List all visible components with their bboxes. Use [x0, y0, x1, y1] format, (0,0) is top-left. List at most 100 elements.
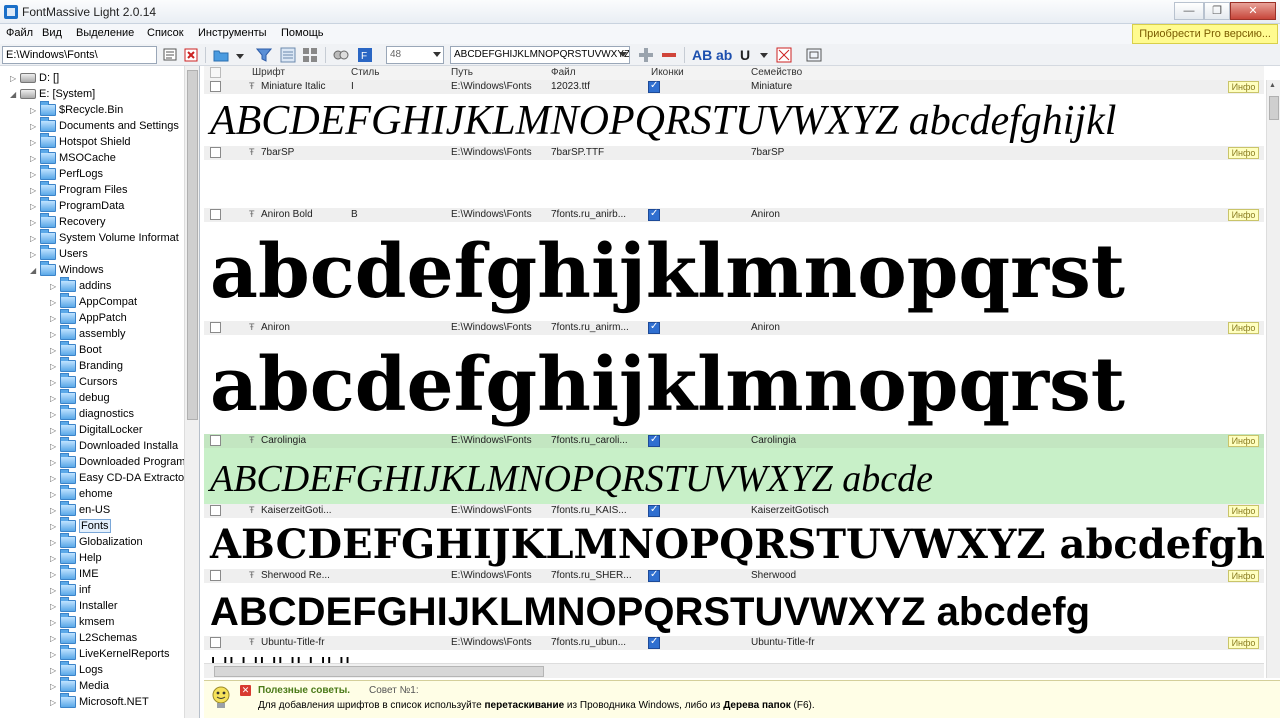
sample-text-combo[interactable]: ABCDEFGHIJKLMNOPQRSTUVWXYZ	[450, 46, 630, 64]
row-checkbox[interactable]	[210, 147, 221, 158]
expand-icon[interactable]: ▷	[50, 650, 60, 659]
expand-icon[interactable]: ▷	[50, 362, 60, 371]
expand-icon[interactable]: ▷	[30, 202, 40, 211]
horizontal-scroll-thumb[interactable]	[214, 666, 544, 677]
font-row[interactable]: Ŧ Sherwood Re... E:\Windows\Fonts 7fonts.ru…	[204, 569, 1264, 636]
expand-icon[interactable]: ▷	[30, 250, 40, 259]
tree-item[interactable]: ▷ Easy CD-DA Extracto	[50, 469, 184, 488]
tree-item[interactable]: ▷ Logs	[50, 661, 103, 680]
expand-icon[interactable]: ▷	[30, 234, 40, 243]
font-size-select[interactable]: 48	[386, 46, 444, 64]
list-scrollbar[interactable]: ▲	[1266, 80, 1280, 678]
tree-item[interactable]: ▷ D: []	[10, 72, 59, 88]
expand-icon[interactable]: ▷	[50, 602, 60, 611]
expand-icon[interactable]: ▷	[50, 346, 60, 355]
tree-scroll-thumb[interactable]	[187, 70, 198, 420]
expand-icon[interactable]: ▷	[50, 666, 60, 675]
expand-icon[interactable]: ▷	[50, 474, 60, 483]
icons-checkbox[interactable]	[648, 321, 660, 334]
expand-icon[interactable]: ▷	[30, 218, 40, 227]
expand-icon[interactable]: ▷	[50, 442, 60, 451]
expand-icon[interactable]: ▷	[50, 554, 60, 563]
expand-icon[interactable]: ▷	[50, 410, 60, 419]
font-info-icon[interactable]: F	[357, 47, 373, 63]
tree-item[interactable]: ▷ IME	[50, 565, 99, 584]
add-font-icon[interactable]	[638, 47, 654, 63]
icons-checkbox[interactable]	[648, 80, 660, 93]
strikeout-icon[interactable]	[776, 47, 792, 63]
underline-toggle[interactable]: U	[740, 47, 750, 63]
tree-item[interactable]: ▷ Help	[50, 549, 102, 568]
font-row[interactable]: Ŧ Carolingia E:\Windows\Fonts 7fonts.ru_car…	[204, 434, 1264, 504]
info-button[interactable]: Инфо	[1228, 505, 1259, 517]
expand-icon[interactable]: ▷	[50, 426, 60, 435]
menu-view[interactable]: Вид	[42, 27, 62, 39]
column-header-style[interactable]: Стиль	[351, 67, 379, 78]
close-button[interactable]: ✕	[1230, 2, 1276, 20]
tree-item[interactable]: ▷ System Volume Informat	[30, 229, 179, 248]
expand-icon[interactable]: ▷	[50, 458, 60, 467]
menu-help[interactable]: Помощь	[281, 27, 324, 39]
expand-icon[interactable]: ▷	[50, 314, 60, 323]
info-button[interactable]: Инфо	[1228, 435, 1259, 447]
icons-checkbox[interactable]	[648, 434, 660, 447]
info-button[interactable]: Инфо	[1228, 637, 1259, 649]
list-view-icon[interactable]	[163, 47, 179, 63]
tree-item[interactable]: ▷ Users	[30, 245, 88, 264]
horizontal-scrollbar[interactable]	[204, 663, 1264, 678]
row-checkbox[interactable]	[210, 637, 221, 648]
path-input[interactable]	[2, 46, 157, 64]
tree-scrollbar[interactable]	[184, 66, 199, 718]
expand-icon[interactable]: ▷	[30, 186, 40, 195]
font-row[interactable]: Ŧ KaiserzeitGoti... E:\Windows\Fonts 7fonts…	[204, 504, 1264, 569]
font-row[interactable]: Ŧ Aniron E:\Windows\Fonts 7fonts.ru_anirm..…	[204, 321, 1264, 434]
clear-path-icon[interactable]	[183, 47, 199, 63]
column-header-icons[interactable]: Иконки	[651, 67, 684, 78]
buy-pro-link[interactable]: Приобрести Pro версию...	[1132, 24, 1278, 44]
list-scroll-thumb[interactable]	[1269, 96, 1279, 120]
expand-icon[interactable]: ▷	[50, 506, 60, 515]
open-folder-dropdown-icon[interactable]	[236, 54, 244, 59]
column-header-file[interactable]: Файл	[551, 67, 576, 78]
info-button[interactable]: Инфо	[1228, 322, 1259, 334]
expand-icon[interactable]: ▷	[50, 490, 60, 499]
row-checkbox[interactable]	[210, 570, 221, 581]
collapse-icon[interactable]: ◢	[10, 90, 20, 99]
maximize-button[interactable]: ❐	[1204, 2, 1230, 20]
expand-icon[interactable]: ▷	[30, 170, 40, 179]
expand-icon[interactable]: ▷	[50, 570, 60, 579]
tree-item[interactable]: ▷ Microsoft.NET	[50, 693, 149, 712]
expand-icon[interactable]: ▷	[30, 138, 40, 147]
tree-item[interactable]: ▷ Downloaded Installa	[50, 437, 178, 456]
column-header-family[interactable]: Семейство	[751, 67, 802, 78]
compare-icon[interactable]	[333, 47, 349, 63]
expand-icon[interactable]: ▷	[50, 538, 60, 547]
filter-icon[interactable]	[256, 47, 272, 63]
column-header-path[interactable]: Путь	[451, 67, 473, 78]
select-all-icon[interactable]	[280, 47, 296, 63]
icons-checkbox[interactable]	[648, 569, 660, 582]
style-dropdown-icon[interactable]	[760, 53, 768, 58]
select-all-checkbox[interactable]	[210, 67, 221, 78]
menu-selection[interactable]: Выделение	[76, 27, 134, 39]
expand-icon[interactable]: ▷	[50, 586, 60, 595]
tree-item[interactable]: ▷ Boot	[50, 341, 102, 360]
expand-icon[interactable]: ▷	[10, 74, 20, 83]
menu-tools[interactable]: Инструменты	[198, 27, 267, 39]
grid-view-icon[interactable]	[302, 47, 318, 63]
info-button[interactable]: Инфо	[1228, 570, 1259, 582]
expand-icon[interactable]: ▷	[50, 682, 60, 691]
row-checkbox[interactable]	[210, 435, 221, 446]
tree-item[interactable]: ◢ E: [System]	[10, 88, 95, 104]
bold-toggle[interactable]: AB	[692, 47, 712, 63]
font-row[interactable]: Ŧ Miniature Italic I E:\Windows\Fonts 12023.…	[204, 80, 1264, 146]
tree-item[interactable]: ▷ Downloaded Program	[50, 453, 185, 472]
italic-toggle[interactable]: ab	[716, 47, 732, 63]
expand-icon[interactable]: ▷	[50, 282, 60, 291]
info-button[interactable]: Инфо	[1228, 147, 1259, 159]
expand-icon[interactable]: ▷	[50, 378, 60, 387]
expand-icon[interactable]: ▷	[30, 154, 40, 163]
column-header-font[interactable]: Шрифт	[252, 67, 285, 78]
tree-item[interactable]: ▷ Media	[50, 677, 109, 696]
minimize-button[interactable]: —	[1174, 2, 1204, 20]
